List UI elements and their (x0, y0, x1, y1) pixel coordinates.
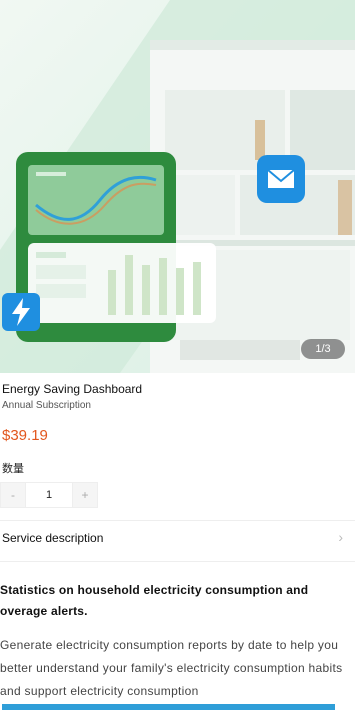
description-heading: Statistics on household electricity cons… (0, 583, 309, 618)
divider (0, 520, 355, 521)
service-description-row[interactable]: Service description › (0, 525, 355, 553)
increment-button[interactable]: + (73, 483, 97, 507)
decrement-button[interactable]: - (1, 483, 25, 507)
quantity-stepper: - 1 + (0, 482, 98, 508)
mail-icon (257, 155, 305, 203)
quantity-input[interactable]: 1 (25, 483, 73, 507)
service-description-label: Service description (2, 531, 104, 545)
bottom-action-bar[interactable] (2, 704, 335, 710)
gallery-pager: 1/3 (301, 339, 345, 359)
chevron-right-icon: › (338, 529, 343, 545)
lightning-icon (2, 293, 40, 331)
product-image-gallery[interactable]: 1/3 (0, 0, 355, 373)
product-price: $39.19 (2, 427, 48, 444)
product-subtitle: Annual Subscription (2, 400, 91, 411)
quantity-label: 数量 (2, 463, 24, 475)
description-body: Generate electricity consumption reports… (0, 638, 343, 698)
product-title: Energy Saving Dashboard (2, 382, 143, 396)
divider (0, 561, 355, 562)
